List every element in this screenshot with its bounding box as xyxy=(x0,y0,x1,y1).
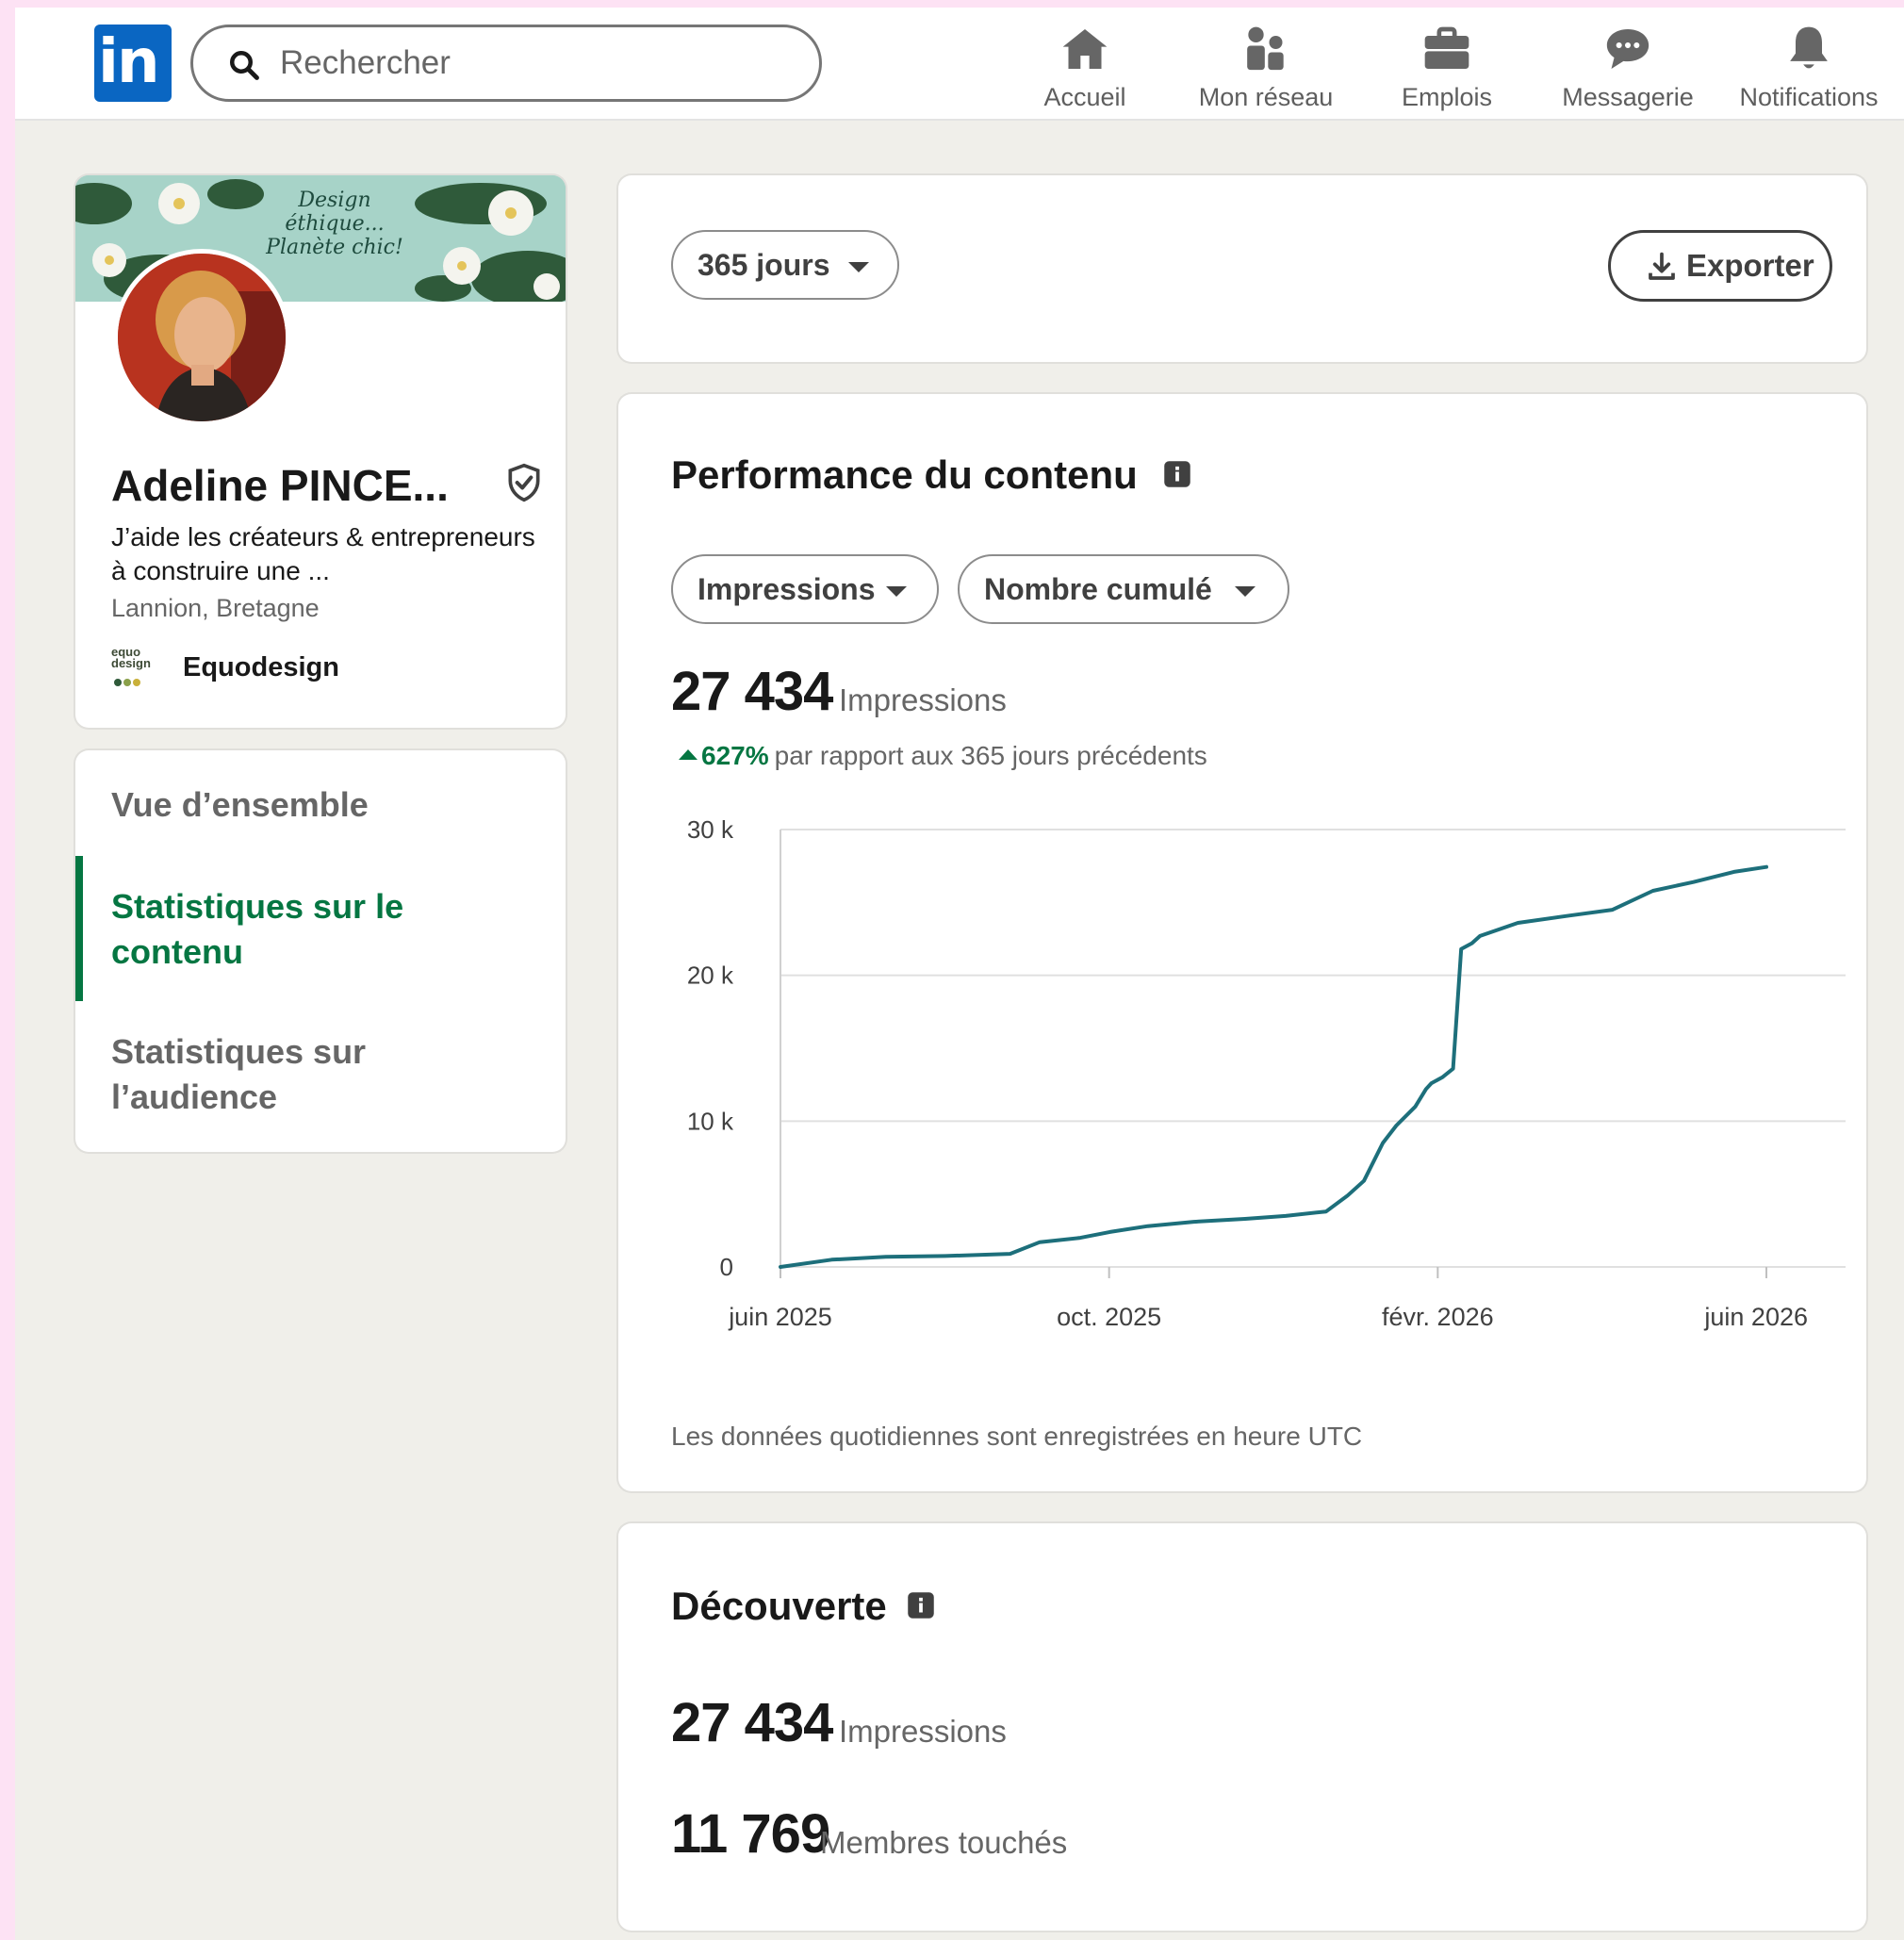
briefcase-icon xyxy=(1424,26,1469,69)
verified-shield-icon[interactable] xyxy=(503,462,545,503)
nav-notifications-label: Notifications xyxy=(1739,83,1879,111)
nav-messaging[interactable]: Messagerie xyxy=(1548,17,1708,115)
banner-text: Design éthique... Planète chic! xyxy=(266,189,403,259)
discovery-card: Découverte 27 434 Impressions 11 769 Mem… xyxy=(618,1523,1866,1931)
avatar[interactable] xyxy=(113,249,290,426)
arrow-up-icon xyxy=(679,749,698,760)
nav-jobs-label: Emplois xyxy=(1401,83,1493,111)
period-dropdown[interactable]: 365 jours xyxy=(671,230,899,300)
side-nav-audience-stats[interactable]: Statistiques sur l’audience xyxy=(111,1029,403,1120)
nav-notifications[interactable]: Notifications xyxy=(1729,17,1889,115)
y-tick-label: 10 k xyxy=(687,1107,734,1135)
metric-dropdown[interactable]: Impressions xyxy=(671,554,939,624)
nav-home-label: Accueil xyxy=(1043,83,1126,111)
export-label: Exporter xyxy=(1686,248,1814,283)
performance-title: Performance du contenu xyxy=(671,452,1138,497)
nav-messaging-label: Messagerie xyxy=(1562,83,1694,111)
side-nav-content-stats[interactable]: Statistiques sur le contenu xyxy=(111,884,422,975)
profile-location: Lannion, Bretagne xyxy=(111,594,320,622)
utc-footnote: Les données quotidiennes sont enregistré… xyxy=(671,1422,1363,1451)
company-name[interactable]: Equodesign xyxy=(183,652,339,683)
export-button[interactable]: Exporter xyxy=(1608,230,1832,302)
content-performance-card: Performance du contenu Impressions Nombr… xyxy=(618,394,1866,1491)
trend-text: par rapport aux 365 jours précédents xyxy=(774,741,1207,770)
download-icon xyxy=(1649,252,1675,280)
info-icon[interactable] xyxy=(1163,460,1191,488)
linkedin-logo[interactable]: in xyxy=(94,25,172,102)
company-logo: equo design xyxy=(111,645,168,690)
y-tick-label: 0 xyxy=(720,1253,733,1281)
x-tick-label: oct. 2025 xyxy=(1057,1303,1161,1331)
analytics-side-nav: Vue d’ensemble Statistiques sur le conte… xyxy=(75,750,566,1152)
profile-name[interactable]: Adeline PINCE... xyxy=(111,460,449,511)
discovery-members-label: Membres touchés xyxy=(820,1825,1068,1860)
metric-dropdown-label: Impressions xyxy=(698,572,876,606)
search-box[interactable] xyxy=(190,25,822,102)
profile-headline: J’aide les créateurs & entrepreneurs à c… xyxy=(111,522,535,585)
network-icon xyxy=(1247,26,1284,71)
x-tick-label: juin 2026 xyxy=(1703,1303,1808,1331)
nav-network-label: Mon réseau xyxy=(1198,83,1334,111)
top-nav-bar: in Accueil Mon réseau xyxy=(15,8,1904,121)
avatar-photo xyxy=(118,254,286,421)
company-logo-dots xyxy=(114,679,140,686)
trend-percent: 627% xyxy=(701,741,769,770)
chevron-down-icon xyxy=(848,262,869,272)
period-dropdown-label: 365 jours xyxy=(698,248,830,282)
discovery-members-value: 11 769 xyxy=(671,1803,830,1865)
x-tick-label: juin 2025 xyxy=(728,1303,832,1331)
nav-jobs[interactable]: Emplois xyxy=(1367,17,1527,115)
nav-network[interactable]: Mon réseau xyxy=(1186,17,1346,115)
chevron-down-icon xyxy=(1235,586,1256,597)
trend-indicator: 627% par rapport aux 365 jours précédents xyxy=(679,741,1207,771)
filter-card: 365 jours Exporter xyxy=(618,175,1866,362)
home-icon xyxy=(1062,29,1108,69)
mode-dropdown[interactable]: Nombre cumulé xyxy=(958,554,1289,624)
mode-dropdown-label: Nombre cumulé xyxy=(984,572,1212,606)
search-icon xyxy=(230,51,259,80)
discovery-impressions-label: Impressions xyxy=(839,1714,1007,1749)
info-icon[interactable] xyxy=(907,1591,935,1619)
discovery-title: Découverte xyxy=(671,1584,887,1628)
side-nav-overview[interactable]: Vue d’ensemble xyxy=(111,782,526,828)
y-tick-label: 30 k xyxy=(687,815,734,844)
impressions-total: 27 434 xyxy=(671,661,833,722)
company-logo-text: equo design xyxy=(111,645,151,670)
impressions-unit: Impressions xyxy=(839,682,1007,717)
search-input[interactable] xyxy=(280,41,789,86)
impressions-series-line xyxy=(779,864,1768,1269)
messaging-icon xyxy=(1606,29,1650,69)
nav-home[interactable]: Accueil xyxy=(1005,17,1165,115)
discovery-impressions-value: 27 434 xyxy=(671,1692,833,1753)
page: in Accueil Mon réseau xyxy=(15,8,1904,1940)
bell-icon xyxy=(1790,26,1828,69)
chevron-down-icon xyxy=(886,586,907,597)
impressions-line-chart[interactable]: 0 10 k 20 k 30 k juin 2025 oct. 2025 févr. 202… xyxy=(618,790,1866,1374)
x-tick-label: févr. 2026 xyxy=(1382,1303,1494,1331)
y-tick-label: 20 k xyxy=(687,962,734,990)
profile-card: Design éthique... Planète chic! Adeline … xyxy=(75,175,566,728)
active-indicator xyxy=(75,856,83,1001)
